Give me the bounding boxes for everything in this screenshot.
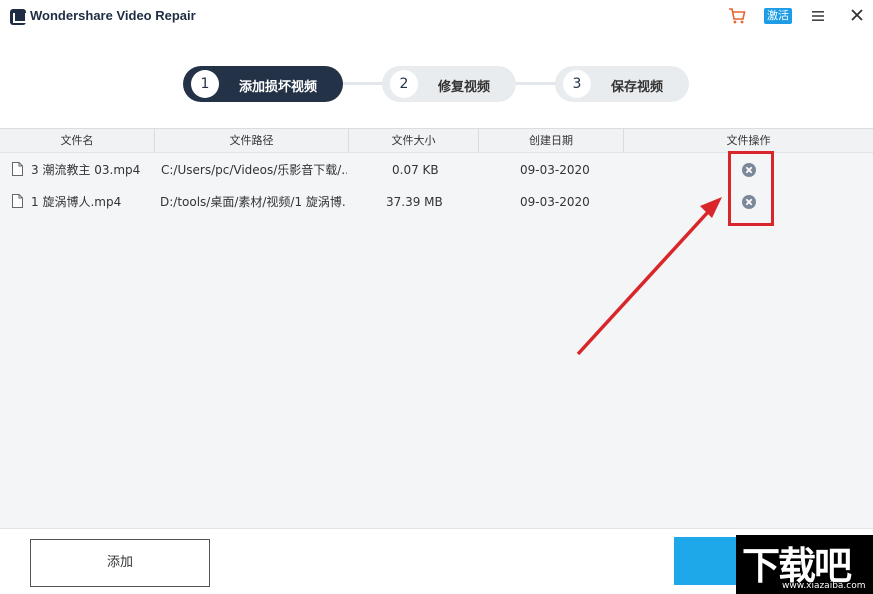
app-title: Wondershare Video Repair [30,8,196,23]
activate-button[interactable]: 激活 [764,8,792,24]
step-save-video: 3 保存视频 [555,66,689,102]
column-header-actions: 文件操作 [726,134,771,147]
step-label: 修复视频 [438,80,491,95]
annotation-highlight-box [728,151,774,226]
cart-icon[interactable] [728,7,746,25]
file-name: 1 旋涡博人.mp4 [31,195,122,209]
step-connector [342,82,384,85]
step-label: 保存视频 [611,80,664,95]
close-icon[interactable] [850,8,864,22]
file-path: C:/Users/pc/Videos/乐影音下载/... [161,163,347,177]
file-date: 09-03-2020 [520,163,590,177]
file-size: 37.39 MB [386,195,443,209]
column-header-filename[interactable]: 文件名 [0,129,155,153]
file-icon [12,194,23,208]
file-icon [12,162,23,176]
column-header-path[interactable]: 文件路径 [155,129,349,153]
file-date: 09-03-2020 [520,195,590,209]
step-repair-video: 2 修复视频 [382,66,516,102]
step-number: 2 [390,70,418,98]
file-name: 3 潮流教主 03.mp4 [31,163,141,177]
step-add-damaged-video: 1 添加损坏视频 [183,66,343,102]
step-label: 添加损坏视频 [239,80,318,95]
add-button[interactable]: 添加 [30,539,210,587]
menu-icon[interactable] [811,9,825,23]
app-window: Wondershare Video Repair 激活 1 添加损坏视频 2 修… [0,0,873,594]
watermark-url: www.xiazaiba.com [782,581,866,591]
step-number: 3 [563,70,591,98]
step-number: 1 [191,70,219,98]
table-header: 文件名 文件路径 文件大小 创建日期 文件操作 [0,129,873,153]
file-size: 0.07 KB [392,163,439,177]
column-header-date[interactable]: 创建日期 [479,129,624,153]
step-connector [515,82,557,85]
column-header-size[interactable]: 文件大小 [349,129,479,153]
app-logo-icon [10,9,27,25]
file-path: D:/tools/桌面/素材/视频/1 旋涡博... [160,195,347,209]
watermark-logo: 下载吧 www.xiazaiba.com [736,535,873,594]
title-bar: Wondershare Video Repair 激活 [0,0,873,34]
